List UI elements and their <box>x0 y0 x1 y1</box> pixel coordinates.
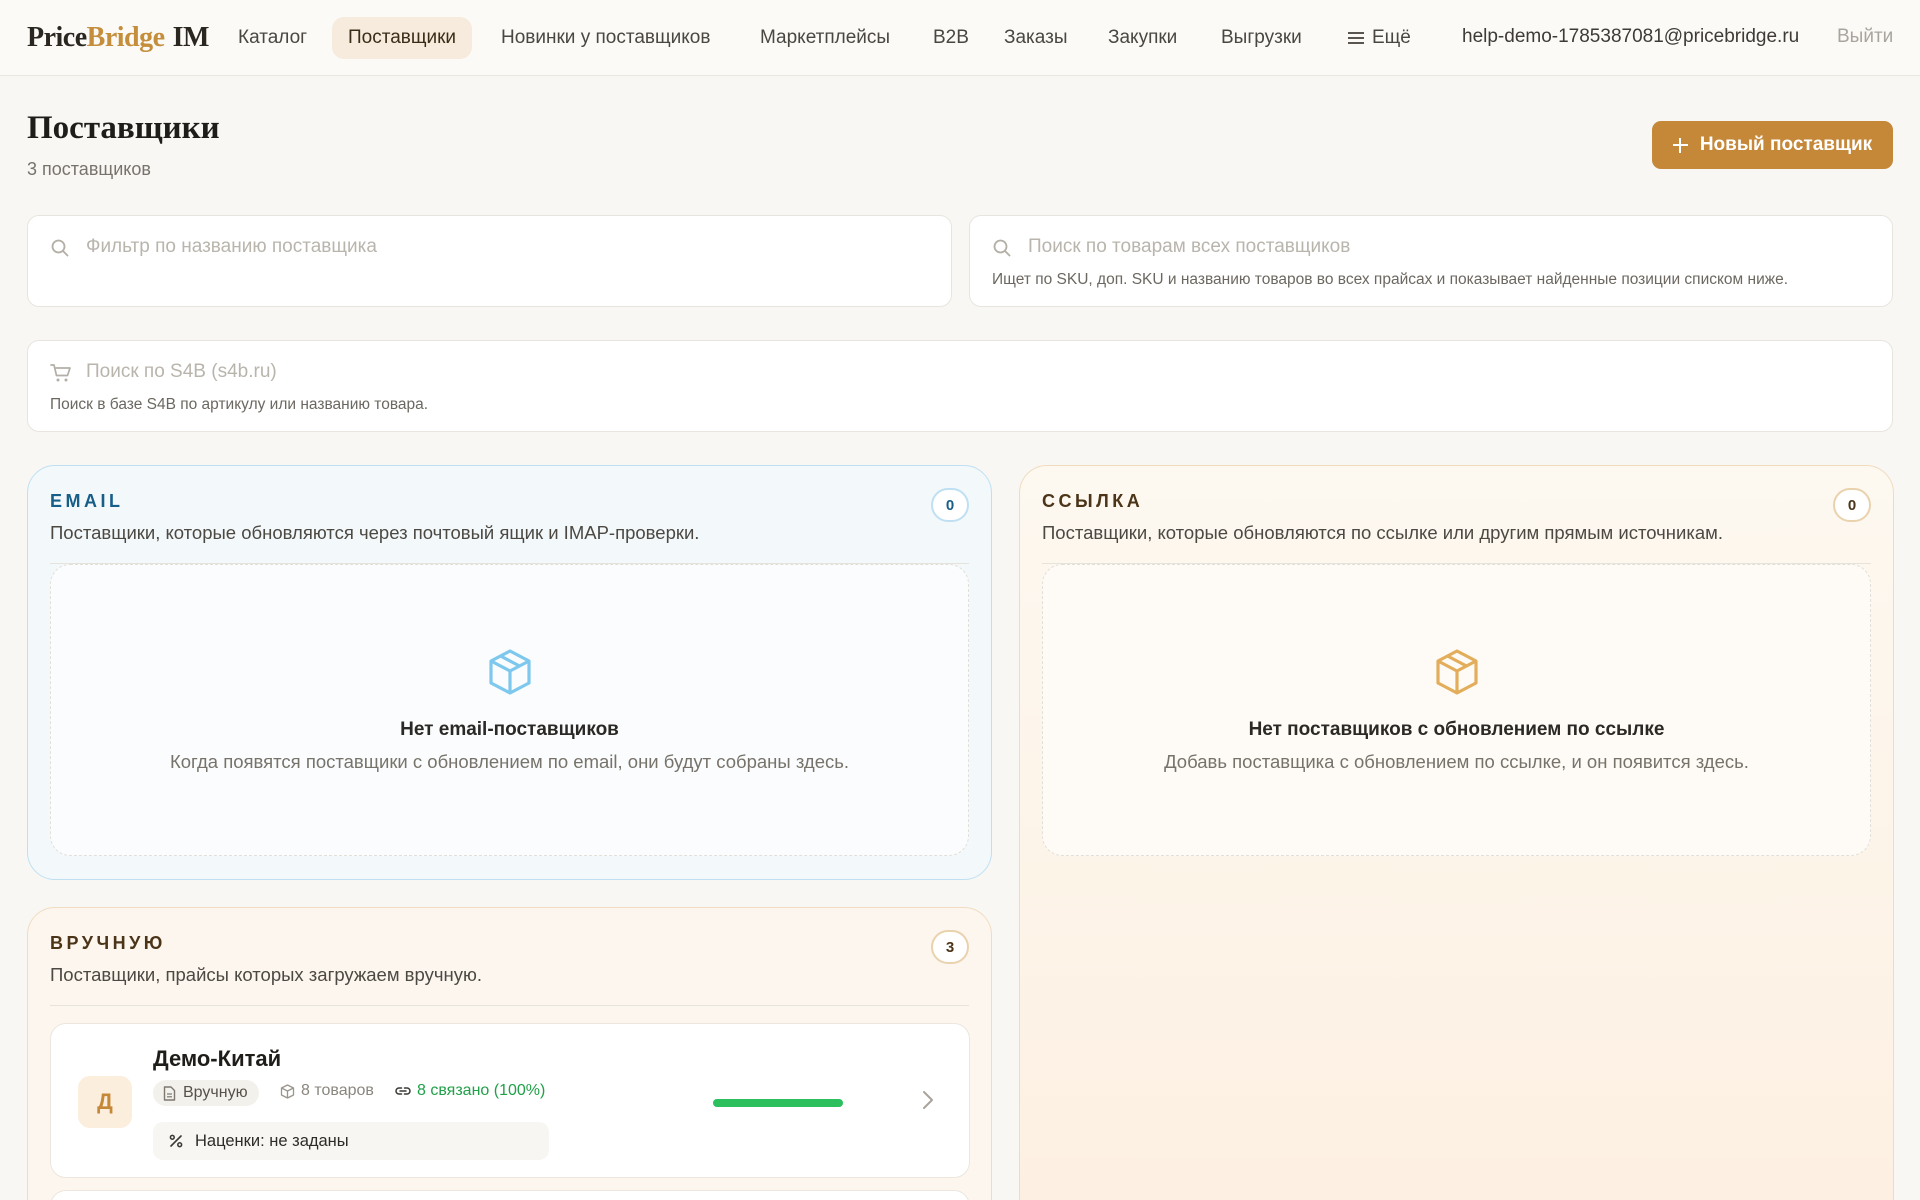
box-icon <box>488 649 531 695</box>
nav-item-orders[interactable]: Заказы <box>1004 17 1068 59</box>
empty-state-description: Добавь поставщика с обновлением по ссылк… <box>1164 751 1749 772</box>
link-icon <box>395 1087 411 1095</box>
empty-state: Нет поставщиков с обновлением по ссылке … <box>1042 564 1871 856</box>
search-icon <box>993 239 1011 257</box>
box-icon <box>1435 649 1478 695</box>
section-title: ВРУЧНУЮ <box>50 933 166 953</box>
items-count: 8 товаров <box>280 1082 374 1100</box>
nav-item-marketplaces[interactable]: Маркетплейсы <box>760 17 890 59</box>
update-mode-chip: Вручную <box>153 1080 259 1106</box>
section-divider <box>50 1005 969 1006</box>
supplier-card-next[interactable] <box>50 1190 970 1200</box>
nav-item-purchases[interactable]: Закупки <box>1108 17 1177 59</box>
linked-progress-fill <box>713 1099 843 1107</box>
chevron-right-icon[interactable] <box>922 1090 934 1110</box>
linked-count: 8 связано (100%) <box>395 1082 545 1100</box>
logo-bridge: Bridge <box>86 22 165 53</box>
supplier-name: Демо-Китай <box>153 1046 282 1071</box>
nav-more-label: Ещё <box>1372 27 1411 48</box>
product-search-placeholder: Поиск по товарам всех поставщиков <box>1028 236 1351 257</box>
nav-item-b2b[interactable]: B2B <box>933 17 969 59</box>
top-nav: PriceBridge IM Каталог Поставщики Новинки… <box>0 0 1920 76</box>
section-title: ССЫЛКА <box>1042 491 1144 511</box>
link-suppliers-section: ССЫЛКА Поставщики, которые обновляются п… <box>1019 465 1894 1200</box>
markup-chip: Наценки: не заданы <box>153 1122 549 1160</box>
linked-progress-bar <box>713 1099 843 1107</box>
section-description: Поставщики, которые обновляются по ссылк… <box>1042 522 1723 543</box>
menu-icon <box>1348 32 1364 44</box>
markup-label: Наценки: не заданы <box>195 1131 349 1150</box>
supplier-card[interactable]: Д Демо-Китай Вручную 8 товаров 8 связано… <box>50 1023 970 1178</box>
plus-icon <box>1672 137 1688 153</box>
section-title: EMAIL <box>50 491 124 511</box>
manual-suppliers-section: ВРУЧНУЮ Поставщики, прайсы которых загру… <box>27 907 992 1200</box>
nav-item-suppliers[interactable]: Поставщики <box>332 17 473 59</box>
items-count-label: 8 товаров <box>301 1082 374 1099</box>
box-icon <box>280 1083 295 1099</box>
logo-price: Price <box>27 22 87 53</box>
empty-state-title: Нет поставщиков с обновлением по ссылке <box>1248 719 1665 740</box>
s4b-search-placeholder: Поиск по S4B (s4b.ru) <box>86 361 277 382</box>
percent-icon <box>169 1134 183 1148</box>
product-search-field[interactable]: Поиск по товарам всех поставщиков Ищет п… <box>969 215 1893 307</box>
s4b-search-hint: Поиск в базе S4B по артикулу или названи… <box>50 396 429 413</box>
product-search-hint: Ищет по SKU, доп. SKU и названию товаров… <box>992 271 1789 288</box>
new-supplier-button[interactable]: Новый поставщик <box>1652 121 1893 169</box>
user-email: help-demo-1785387081@pricebridge.ru <box>1462 26 1800 47</box>
app-logo[interactable]: PriceBridge IM <box>27 22 209 54</box>
document-icon <box>163 1085 176 1101</box>
nav-item-catalog[interactable]: Каталог <box>238 17 307 59</box>
section-description: Поставщики, прайсы которых загружаем вру… <box>50 964 482 985</box>
section-count-badge: 3 <box>931 930 969 964</box>
empty-state: Нет email-поставщиков Когда появятся пос… <box>50 564 969 856</box>
supplier-avatar: Д <box>78 1076 132 1128</box>
update-mode-label: Вручную <box>183 1084 248 1101</box>
empty-state-title: Нет email-поставщиков <box>400 719 619 740</box>
page-title: Поставщики <box>27 110 220 146</box>
logo-im: IM <box>172 22 210 53</box>
section-count-badge: 0 <box>1833 488 1871 522</box>
section-description: Поставщики, которые обновляются через по… <box>50 522 700 543</box>
nav-item-supplier-news[interactable]: Новинки у поставщиков <box>501 17 710 59</box>
nav-item-exports[interactable]: Выгрузки <box>1221 17 1302 59</box>
supplier-filter-placeholder: Фильтр по названию поставщика <box>86 236 377 257</box>
cart-icon <box>50 364 71 382</box>
new-supplier-label: Новый поставщик <box>1699 134 1873 155</box>
search-icon <box>51 239 69 257</box>
supplier-count: 3 поставщиков <box>27 159 151 179</box>
logout-link[interactable]: Выйти <box>1837 26 1893 48</box>
s4b-search-field[interactable]: Поиск по S4B (s4b.ru) Поиск в базе S4B п… <box>27 340 1893 432</box>
email-suppliers-section: EMAIL Поставщики, которые обновляются че… <box>27 465 992 880</box>
section-count-badge: 0 <box>931 488 969 522</box>
linked-count-label: 8 связано (100%) <box>417 1082 546 1099</box>
nav-more-menu[interactable]: Ещё <box>1348 17 1411 59</box>
empty-state-description: Когда появятся поставщики с обновлением … <box>169 751 850 772</box>
supplier-filter-field[interactable]: Фильтр по названию поставщика <box>27 215 952 307</box>
